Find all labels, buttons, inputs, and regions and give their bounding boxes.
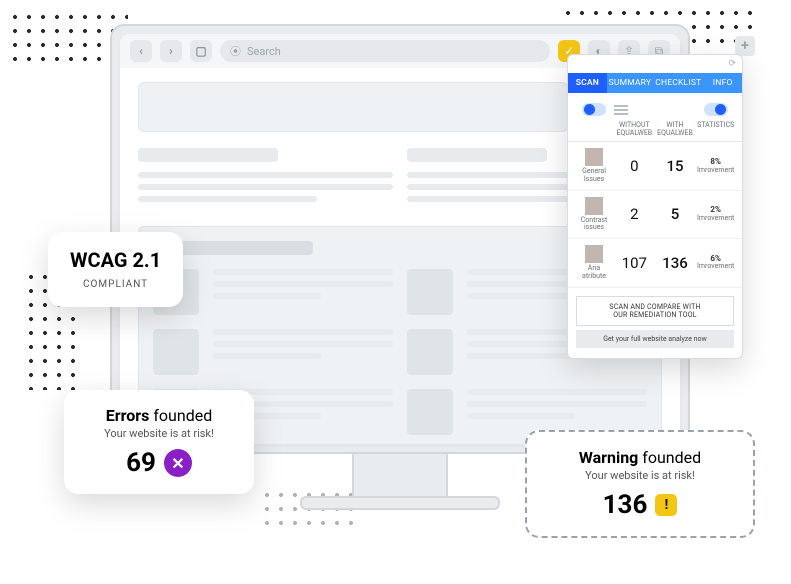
col-without: WITHOUT EQUALWEB — [614, 122, 655, 137]
monitor-stand — [352, 454, 448, 500]
toggle-left[interactable] — [582, 103, 606, 116]
tab-summary[interactable]: SUMMARY — [607, 73, 654, 93]
value-without: 0 — [614, 157, 655, 175]
sidebar-button[interactable]: ▢ — [190, 40, 212, 62]
back-button[interactable]: ‹ — [130, 40, 152, 62]
value-improvement: 6%Imrovement — [695, 255, 736, 271]
wcag-badge: WCAG 2.1 COMPLIANT — [48, 232, 183, 307]
address-bar[interactable]: ⦿ Search — [220, 40, 550, 62]
full-analyze-button[interactable]: Get your full website analyze now — [576, 330, 734, 348]
wcag-subtitle: COMPLIANT — [83, 279, 148, 290]
warning-subtitle: Your website is at risk! — [549, 469, 731, 482]
value-without: 107 — [614, 254, 655, 272]
value-with: 5 — [655, 205, 696, 223]
value-improvement: 8%Imrovement — [695, 158, 736, 174]
table-row: Contrastissues 2 5 2%Imrovement — [568, 191, 742, 239]
table-header: WITHOUT EQUALWEB WITH EQUALWEB STATISTIC… — [568, 120, 742, 142]
accessibility-panel: ⟳ SCAN SUMMARY CHECKLIST INFO WITHOUT EQ… — [567, 54, 743, 359]
warning-title: Warning founded — [549, 448, 731, 467]
value-without: 2 — [614, 205, 655, 223]
col-with: WITH EQUALWEB — [655, 122, 696, 137]
tab-checklist[interactable]: CHECKLIST — [653, 73, 703, 93]
close-icon: ✕ — [164, 449, 192, 477]
errors-subtitle: Your website is at risk! — [86, 427, 232, 440]
scan-compare-button[interactable]: SCAN AND COMPARE WITHOUR REMEDIATION TOO… — [576, 296, 734, 326]
table-row: Ariaatribute 107 136 6%Imrovement — [568, 239, 742, 287]
monitor-base — [300, 496, 500, 510]
table-row: GeneralIssues 0 15 8%Imrovement — [568, 142, 742, 190]
errors-card: Errors founded Your website is at risk! … — [64, 390, 254, 494]
menu-icon[interactable] — [614, 105, 628, 115]
value-improvement: 2%Imrovement — [695, 206, 736, 222]
new-tab-button[interactable]: + — [735, 36, 755, 56]
tab-scan[interactable]: SCAN — [568, 73, 607, 93]
swatch-icon — [585, 245, 603, 263]
swatch-icon — [585, 148, 603, 166]
search-icon: ⦿ — [230, 43, 241, 59]
toggle-right[interactable] — [704, 103, 728, 116]
swatch-icon — [585, 197, 603, 215]
errors-count: 69 — [126, 448, 156, 478]
refresh-icon[interactable]: ⟳ — [728, 59, 736, 69]
warning-card: Warning founded Your website is at risk!… — [525, 430, 755, 538]
errors-title: Errors founded — [86, 406, 232, 425]
value-with: 136 — [655, 254, 696, 272]
tab-info[interactable]: INFO — [703, 73, 742, 93]
forward-button[interactable]: › — [160, 40, 182, 62]
warning-count: 136 — [603, 490, 648, 520]
search-placeholder: Search — [247, 45, 281, 58]
wcag-title: WCAG 2.1 — [70, 248, 161, 272]
alert-icon: ! — [655, 494, 677, 516]
col-stats: STATISTICS — [695, 122, 736, 137]
panel-tabs: SCAN SUMMARY CHECKLIST INFO — [568, 73, 742, 93]
decorative-dots — [260, 488, 360, 534]
value-with: 15 — [655, 157, 696, 175]
